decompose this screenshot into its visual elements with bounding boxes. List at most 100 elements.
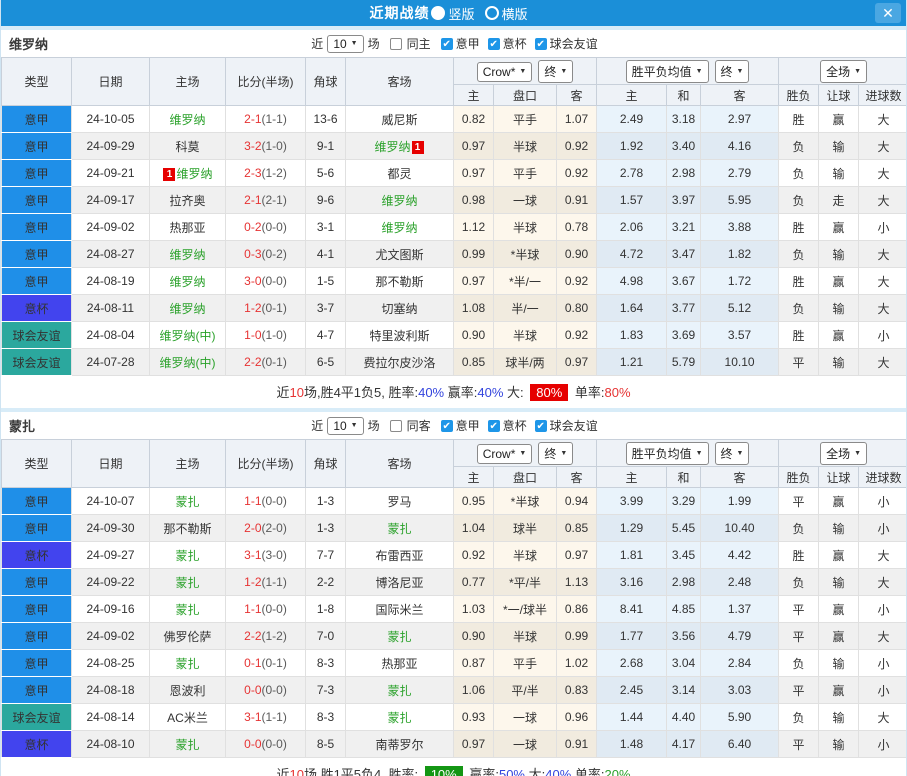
league-checkbox-2[interactable]: ✔ — [488, 420, 500, 432]
team-section-2: 蒙扎近10▼场同客✔意甲✔意杯✔球会友谊类型日期主场比分(半场)角球客场Crow… — [1, 408, 906, 776]
euro-draw-odds: 4.40 — [667, 704, 701, 731]
team-filter-bar: 蒙扎近10▼场同客✔意甲✔意杯✔球会友谊 — [1, 412, 906, 439]
team-label: 蒙扎 — [175, 549, 199, 563]
league-cell: 意甲 — [2, 623, 72, 650]
away-team-cell: 博洛尼亚 — [346, 569, 454, 596]
league-checkbox-1[interactable]: ✔ — [441, 38, 453, 50]
corners-cell: 5-6 — [306, 160, 346, 187]
asian-handicap-line: *一/球半 — [494, 596, 557, 623]
bookmaker-select[interactable]: Crow*▼ — [477, 444, 533, 464]
score-cell: 0-2(0-0) — [226, 214, 306, 241]
team-label: 维罗纳 — [169, 113, 205, 127]
league-checkbox-3[interactable]: ✔ — [535, 38, 547, 50]
euro-home-odds: 2.78 — [597, 160, 667, 187]
radio-selected-icon[interactable] — [431, 6, 445, 20]
halftime-score: (1-2) — [262, 629, 287, 643]
metric-select[interactable]: 胜平负均值▼ — [626, 442, 709, 465]
euro-away-odds: 2.84 — [701, 650, 779, 677]
asian-home-odds: 0.87 — [454, 650, 494, 677]
home-team-cell: 维罗纳 — [150, 106, 226, 133]
date-cell: 24-09-02 — [72, 214, 150, 241]
asian-away-odds: 0.92 — [557, 268, 597, 295]
bookmaker-period-select[interactable]: 终▼ — [538, 60, 573, 83]
summary-line: 近10场,胜1平5负4, 胜率: 10% 赢率:50% 大:40% 单率:20% — [1, 758, 906, 776]
sub-column-header: 客 — [557, 467, 597, 488]
sub-column-header: 进球数 — [859, 467, 907, 488]
summary-segment: 50% — [499, 767, 525, 776]
date-cell: 24-08-11 — [72, 295, 150, 322]
home-team-cell: 那不勒斯 — [150, 515, 226, 542]
euro-home-odds: 2.49 — [597, 106, 667, 133]
asian-home-odds: 0.97 — [454, 731, 494, 758]
chevron-down-icon: ▼ — [560, 450, 567, 457]
goals-result-cell: 大 — [859, 106, 907, 133]
scope-select[interactable]: 全场▼ — [820, 60, 867, 83]
same-venue-checkbox[interactable] — [390, 38, 402, 50]
bookmaker-period-select[interactable]: 终▼ — [538, 442, 573, 465]
recent-results-window: 近期战绩 竖版横版 ✕ 维罗纳近10▼场同主✔意甲✔意杯✔球会友谊类型日期主场比… — [0, 0, 907, 776]
date-cell: 24-08-04 — [72, 322, 150, 349]
table-row: 球会友谊24-08-14AC米兰3-1(1-1)8-3蒙扎0.93一球0.961… — [2, 704, 907, 731]
fulltime-score: 3-1 — [244, 548, 261, 562]
away-team-cell: 蒙扎 — [346, 704, 454, 731]
league-checkbox-2[interactable]: ✔ — [488, 38, 500, 50]
asian-home-odds: 1.03 — [454, 596, 494, 623]
halftime-score: (2-0) — [262, 521, 287, 535]
league-cell: 球会友谊 — [2, 349, 72, 376]
date-cell: 24-08-14 — [72, 704, 150, 731]
home-team-cell: 1维罗纳 — [150, 160, 226, 187]
team-label: 维罗纳 — [381, 221, 417, 235]
league-cell: 球会友谊 — [2, 322, 72, 349]
radio-unselected-icon[interactable] — [485, 6, 499, 20]
euro-away-odds: 2.79 — [701, 160, 779, 187]
euro-home-odds: 1.92 — [597, 133, 667, 160]
column-header: 主场 — [150, 440, 226, 488]
euro-home-odds: 1.64 — [597, 295, 667, 322]
euro-away-odds: 10.10 — [701, 349, 779, 376]
league-cell: 意甲 — [2, 241, 72, 268]
recent-count-select[interactable]: 10▼ — [327, 35, 363, 53]
asian-handicap-line: 球半/两 — [494, 349, 557, 376]
chevron-down-icon: ▼ — [854, 450, 861, 457]
bookmaker-select[interactable]: Crow*▼ — [477, 62, 533, 82]
team-label: 蒙扎 — [387, 684, 411, 698]
asian-handicap-line: *半球 — [494, 241, 557, 268]
euro-draw-odds: 3.56 — [667, 623, 701, 650]
orientation-option-2[interactable]: 横版 — [485, 4, 528, 23]
table-row: 意甲24-09-30那不勒斯2-0(2-0)1-3蒙扎1.04球半0.851.2… — [2, 515, 907, 542]
summary-segment: 40% — [477, 385, 503, 400]
league-checkbox-label: 意杯 — [503, 417, 527, 434]
euro-draw-odds: 3.67 — [667, 268, 701, 295]
team-label: 那不勒斯 — [163, 522, 211, 536]
orientation-label: 竖版 — [448, 4, 474, 23]
euro-away-odds: 1.99 — [701, 488, 779, 515]
recent-count-select[interactable]: 10▼ — [327, 417, 363, 435]
euro-home-odds: 3.99 — [597, 488, 667, 515]
fulltime-score: 2-2 — [244, 355, 261, 369]
close-button[interactable]: ✕ — [875, 3, 901, 23]
metric-period-select[interactable]: 终▼ — [715, 60, 750, 83]
match-result-cell: 负 — [779, 650, 819, 677]
dropdown-value: Crow* — [483, 447, 516, 461]
chevron-down-icon: ▼ — [519, 68, 526, 75]
metric-period-select[interactable]: 终▼ — [715, 442, 750, 465]
scope-select[interactable]: 全场▼ — [820, 442, 867, 465]
chevron-down-icon: ▼ — [351, 422, 358, 429]
away-team-cell: 罗马 — [346, 488, 454, 515]
home-team-cell: 科莫 — [150, 133, 226, 160]
league-checkbox-label: 球会友谊 — [550, 417, 598, 434]
league-checkbox-3[interactable]: ✔ — [535, 420, 547, 432]
summary-segment: 单率: — [571, 767, 604, 776]
window-title: 近期战绩 — [369, 3, 429, 23]
team-label: 国际米兰 — [375, 603, 423, 617]
filter-controls: 近10▼场同主✔意甲✔意杯✔球会友谊 — [309, 35, 597, 53]
metric-select[interactable]: 胜平负均值▼ — [626, 60, 709, 83]
asian-away-odds: 0.99 — [557, 623, 597, 650]
same-venue-checkbox[interactable] — [390, 420, 402, 432]
date-cell: 24-08-27 — [72, 241, 150, 268]
team-label: 切塞纳 — [381, 302, 417, 316]
league-checkbox-1[interactable]: ✔ — [441, 420, 453, 432]
asian-handicap-line: 一球 — [494, 731, 557, 758]
orientation-option-1[interactable]: 竖版 — [431, 4, 474, 23]
halftime-score: (1-0) — [262, 139, 287, 153]
